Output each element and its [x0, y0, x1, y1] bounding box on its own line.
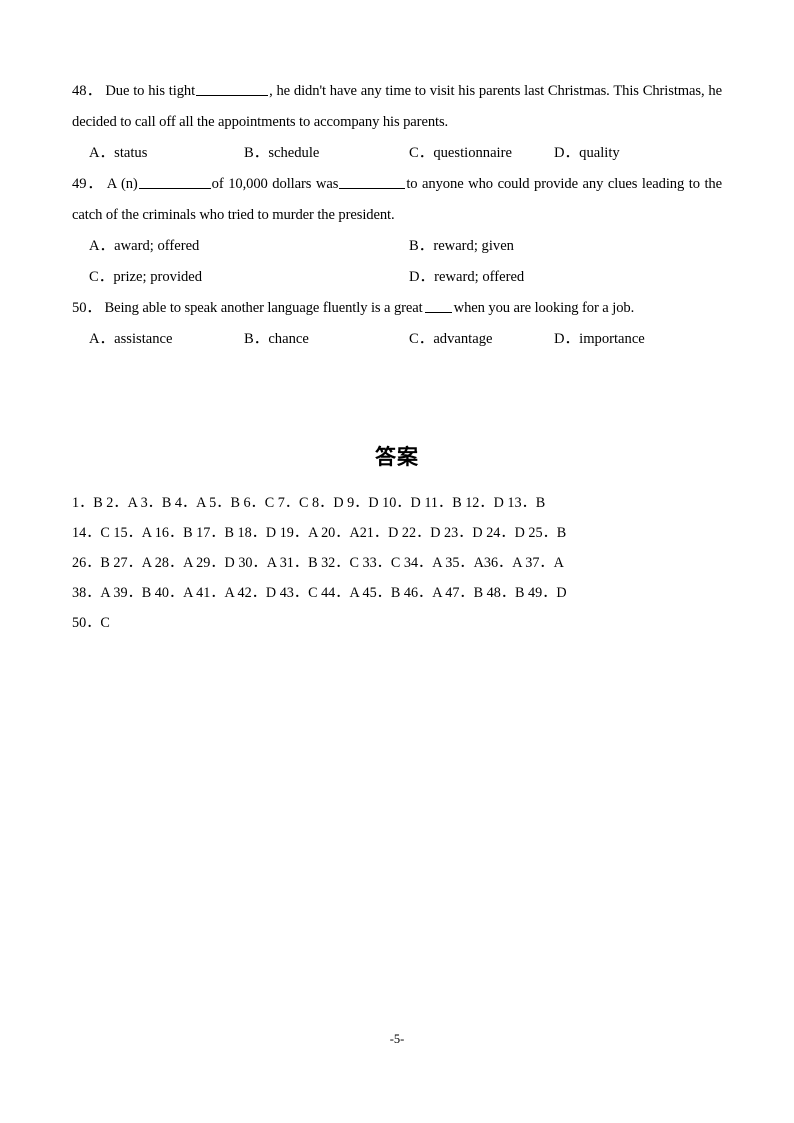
option-b-label: B． [409, 238, 434, 254]
question-50-option-c[interactable]: C．advantage [409, 324, 492, 355]
answer-row: 50．C [72, 615, 110, 631]
question-49-number: 49． [72, 176, 103, 192]
question-50-stem-part2: when you are looking for a job. [453, 300, 635, 316]
question-49-option-a[interactable]: A．award; offered [89, 231, 199, 262]
question-50-number: 50． [72, 300, 101, 316]
option-b-text: schedule [268, 145, 320, 161]
option-d-label: D． [554, 145, 580, 161]
question-50-option-b[interactable]: B．chance [244, 324, 309, 355]
option-c-text: questionnaire [433, 145, 512, 161]
question-48-options: A．status B．schedule C．questionnaire D．qu… [72, 138, 722, 169]
question-49-option-c[interactable]: C．prize; provided [89, 262, 202, 293]
option-a-label: A． [89, 331, 115, 347]
question-49: 49． A (n) of 10,000 dollars was to anyone … [72, 169, 722, 231]
question-49-stem-part1: A (n) [106, 176, 138, 192]
question-48-option-b[interactable]: B．schedule [244, 138, 319, 169]
question-49-options-row-2: C．prize; provided D．reward; offered [72, 262, 722, 293]
question-50-options: A．assistance B．chance C．advantage D．impo… [72, 324, 722, 355]
option-c-text: advantage [433, 331, 493, 347]
option-d-label: D． [554, 331, 580, 347]
option-b-label: B． [244, 145, 269, 161]
question-48-option-a[interactable]: A．status [89, 138, 147, 169]
question-48-stem-part1: Due to his tight [105, 83, 196, 99]
option-b-text: chance [268, 331, 309, 347]
option-c-label: C． [409, 145, 434, 161]
option-b-text: reward; given [433, 238, 514, 254]
option-d-text: importance [579, 331, 645, 347]
question-49-option-b[interactable]: B．reward; given [409, 231, 514, 262]
question-48-number: 48． [72, 83, 102, 99]
question-49-options-row-1: A．award; offered B．reward; given [72, 231, 722, 262]
questions-section: 48． Due to his tight, he didn't have any… [72, 76, 722, 355]
page-number: -5- [389, 1032, 405, 1046]
question-49-stem-part2: of 10,000 dollars was [211, 176, 339, 192]
document-page: 48． Due to his tight, he didn't have any… [0, 0, 794, 1123]
option-d-text: reward; offered [434, 269, 525, 285]
answer-row: 1．B 2．A 3．B 4．A 5．B 6．C 7．C 8．D 9．D 10．D… [72, 495, 546, 511]
question-48: 48． Due to his tight, he didn't have any… [72, 76, 722, 138]
question-49-option-d[interactable]: D．reward; offered [409, 262, 524, 293]
question-48-option-d[interactable]: D．quality [554, 138, 620, 169]
option-c-label: C． [89, 269, 114, 285]
question-50-option-d[interactable]: D．importance [554, 324, 645, 355]
answers-heading: 答案 [375, 445, 419, 469]
option-a-label: A． [89, 238, 115, 254]
option-a-text: assistance [114, 331, 173, 347]
option-c-text: prize; provided [113, 269, 203, 285]
option-d-label: D． [409, 269, 435, 285]
question-50-stem-part1: Being able to speak another language flu… [104, 300, 423, 316]
question-48-blank[interactable] [196, 82, 269, 96]
option-c-label: C． [409, 331, 434, 347]
option-a-text: award; offered [114, 238, 200, 254]
answer-row: 38．A 39．B 40．A 41．A 42．D 43．C 44．A 45．B … [72, 585, 567, 601]
answer-row: 26．B 27．A 28．A 29．D 30．A 31．B 32．C 33．C … [72, 555, 564, 571]
question-49-blank-2[interactable] [339, 175, 406, 189]
option-a-text: status [114, 145, 148, 161]
question-50-blank[interactable] [424, 299, 452, 313]
question-50-option-a[interactable]: A．assistance [89, 324, 173, 355]
question-49-blank-1[interactable] [138, 175, 211, 189]
answer-row: 14．C 15．A 16．B 17．B 18．D 19．A 20．A21．D 2… [72, 525, 567, 541]
question-50: 50． Being able to speak another language… [72, 293, 722, 324]
question-48-option-c[interactable]: C．questionnaire [409, 138, 512, 169]
answers-section: 答案 1．B 2．A 3．B 4．A 5．B 6．C 7．C 8．D 9．D 1… [72, 440, 722, 638]
option-b-label: B． [244, 331, 269, 347]
option-a-label: A． [89, 145, 115, 161]
option-d-text: quality [579, 145, 620, 161]
